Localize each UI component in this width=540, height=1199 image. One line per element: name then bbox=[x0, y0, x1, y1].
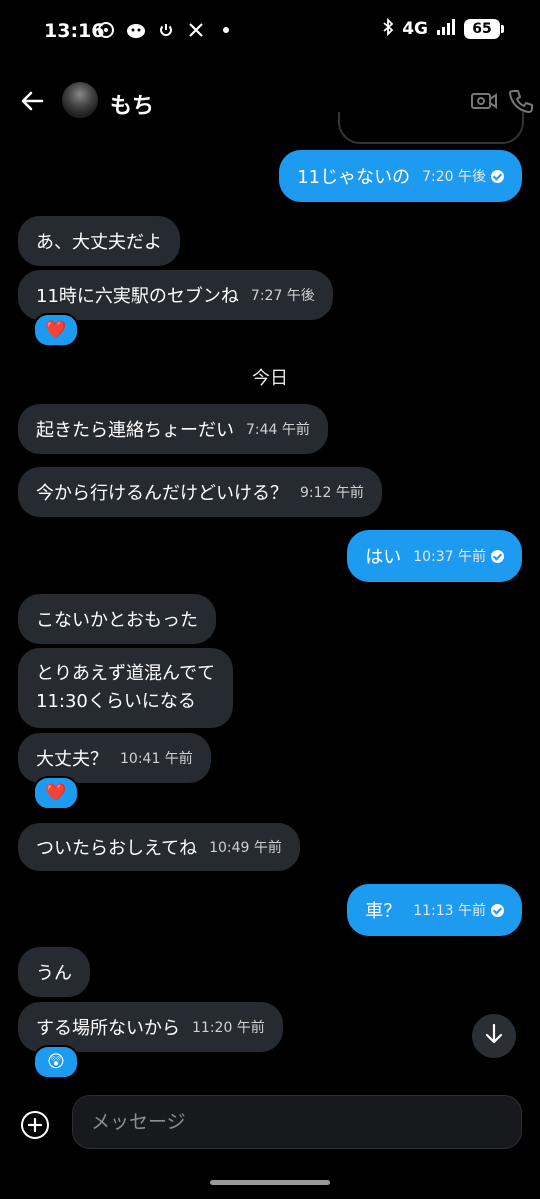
message-text: うん bbox=[36, 963, 72, 984]
x-logo-icon bbox=[186, 20, 206, 40]
message-incoming[interactable]: 起きたら連絡ちょーだい 7:44 午前 bbox=[18, 404, 328, 454]
reaction-heart[interactable]: ❤️ bbox=[33, 776, 79, 810]
phone-call-icon[interactable] bbox=[508, 88, 534, 114]
surprised-reaction-icon: 😲 bbox=[47, 1052, 65, 1072]
back-arrow-icon[interactable] bbox=[18, 86, 48, 116]
battery-indicator: 65 bbox=[464, 19, 504, 39]
heart-reaction-icon: ❤️ bbox=[45, 320, 67, 340]
contact-name[interactable]: もち bbox=[110, 88, 154, 120]
message-text: はい bbox=[365, 547, 402, 568]
message-text: 11時に六実駅のセブンね bbox=[36, 286, 239, 307]
message-time: 7:27 午後 bbox=[250, 288, 315, 304]
message-incoming[interactable]: あ、大丈夫だよ bbox=[18, 216, 180, 266]
message-text: こないかとおもった bbox=[36, 610, 198, 631]
message-time: 10:49 午前 bbox=[209, 840, 282, 856]
read-check-icon bbox=[491, 549, 504, 563]
message-time: 7:20 午後 bbox=[422, 169, 486, 185]
message-time: 10:41 午前 bbox=[120, 751, 193, 767]
message-time: 10:37 午前 bbox=[413, 549, 486, 565]
message-text: 車？ bbox=[365, 901, 402, 922]
bluetooth-icon bbox=[382, 17, 394, 40]
status-bar: 13:16 4G 65 bbox=[0, 0, 540, 64]
message-text: する場所ないから bbox=[36, 1018, 180, 1039]
video-call-icon[interactable] bbox=[470, 88, 498, 114]
cut-off-message bbox=[338, 112, 524, 144]
heart-reaction-icon: ❤️ bbox=[45, 783, 67, 803]
hotspot-icon bbox=[96, 20, 116, 40]
message-text-line1: とりあえず道混んでて bbox=[36, 663, 216, 684]
message-incoming[interactable]: うん bbox=[18, 947, 90, 997]
message-text-line2: 11:30くらいになる bbox=[36, 691, 196, 712]
message-text: 今から行けるんだけどいける？ bbox=[36, 483, 288, 504]
message-incoming[interactable]: とりあえず道混んでて 11:30くらいになる bbox=[18, 648, 234, 728]
message-text: 起きたら連絡ちょーだい bbox=[36, 420, 234, 441]
message-outgoing[interactable]: はい 10:37 午前 bbox=[347, 530, 522, 582]
message-text: ついたらおしえてね bbox=[36, 838, 198, 859]
add-attachment-button[interactable] bbox=[20, 1110, 50, 1140]
message-time: 11:13 午前 bbox=[413, 903, 486, 919]
reaction-heart[interactable]: ❤️ bbox=[33, 313, 79, 347]
message-outgoing[interactable]: 11じゃないの 7:20 午後 bbox=[279, 150, 522, 202]
message-outgoing[interactable]: 車？ 11:13 午前 bbox=[347, 884, 522, 936]
status-right: 4G 65 bbox=[382, 17, 504, 40]
message-time: 7:44 午前 bbox=[246, 422, 310, 438]
reaction-surprised[interactable]: 😲 bbox=[33, 1045, 79, 1079]
message-time: 9:12 午前 bbox=[300, 485, 364, 501]
network-type: 4G bbox=[402, 19, 428, 39]
read-check-icon bbox=[491, 169, 504, 183]
message-time: 11:20 午前 bbox=[192, 1020, 265, 1036]
arrow-down-icon bbox=[484, 1023, 504, 1049]
message-incoming[interactable]: 今から行けるんだけどいける？ 9:12 午前 bbox=[18, 467, 382, 517]
message-incoming[interactable]: こないかとおもった bbox=[18, 594, 216, 644]
app-face-icon bbox=[126, 20, 146, 40]
message-text: あ、大丈夫だよ bbox=[36, 232, 162, 253]
home-indicator bbox=[210, 1180, 330, 1185]
message-composer[interactable] bbox=[72, 1095, 522, 1149]
day-divider: 今日 bbox=[252, 368, 288, 389]
signal-icon bbox=[436, 19, 456, 39]
message-input[interactable] bbox=[73, 1096, 521, 1148]
message-text: 11じゃないの bbox=[297, 167, 411, 188]
avatar[interactable] bbox=[62, 82, 98, 118]
dot-icon bbox=[216, 20, 236, 40]
scroll-to-bottom-button[interactable] bbox=[472, 1014, 516, 1058]
message-incoming[interactable]: ついたらおしえてね 10:49 午前 bbox=[18, 823, 300, 871]
message-text: 大丈夫？ bbox=[36, 749, 108, 770]
notification-icons bbox=[96, 20, 236, 40]
read-check-icon bbox=[491, 903, 504, 917]
power-icon bbox=[156, 20, 176, 40]
